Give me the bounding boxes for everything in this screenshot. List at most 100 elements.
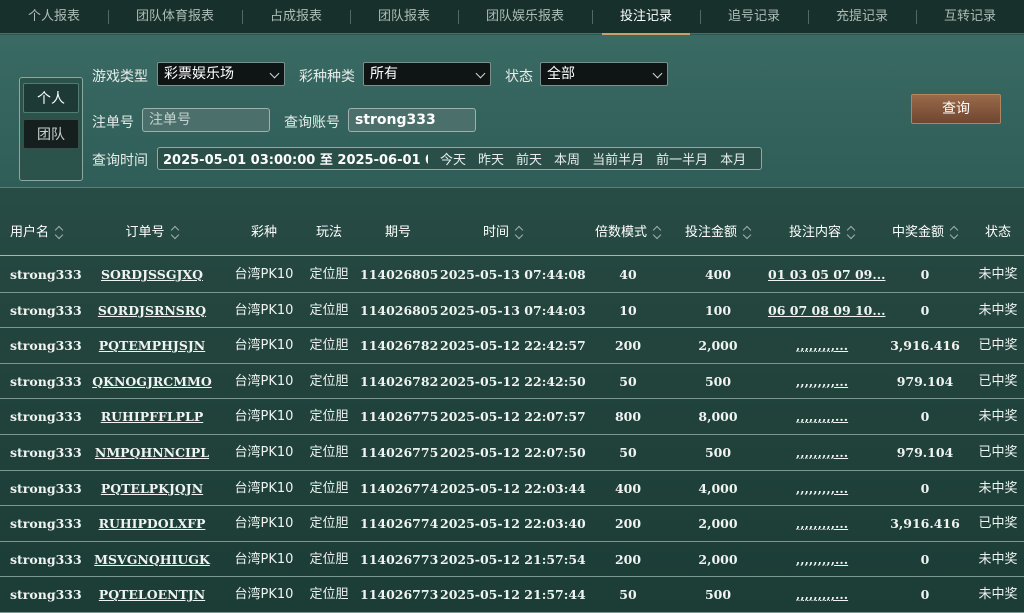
quick-time-button[interactable]: 前天 xyxy=(516,149,542,168)
win-amount-cell: 3,916.416 xyxy=(890,516,960,532)
bet-content-link[interactable]: ,,,,,,,,,... xyxy=(768,435,876,470)
status-cell: 未中奖 xyxy=(978,409,1018,425)
quick-time-button[interactable]: 本月 xyxy=(720,149,746,168)
column-header[interactable]: 投注金额 xyxy=(678,210,758,256)
game-type-label: 游戏类型 xyxy=(92,69,148,85)
column-header[interactable]: 倍数模式 xyxy=(588,210,668,256)
lottery-type-label: 彩种种类 xyxy=(299,69,355,85)
lottery-cell: 台湾PK10 xyxy=(234,409,294,425)
order-number-link[interactable]: SORDJSRNSRQ xyxy=(88,293,216,328)
table-row[interactable]: strong333 RUHIPDOLXFP 台湾PK10 定位胆 114026774 20… xyxy=(0,506,1024,542)
order-number-link[interactable]: QKNOGJRCMMO xyxy=(88,364,216,399)
column-header[interactable]: 投注内容 xyxy=(768,210,876,256)
column-header: 彩种 xyxy=(228,210,300,256)
quick-time-button[interactable]: 当前半月 xyxy=(592,149,644,168)
bet-content-link[interactable]: ,,,,,,,,,... xyxy=(768,471,876,506)
order-number-input[interactable]: 注单号 xyxy=(142,108,270,132)
table-row[interactable]: strong333 PQTELPKJQJN 台湾PK10 定位胆 114026774 20… xyxy=(0,471,1024,507)
time-cell: 2025-05-12 22:03:44 xyxy=(440,480,586,496)
username-cell: strong333 xyxy=(10,444,82,460)
order-number-link[interactable]: PQTELOENTJN xyxy=(88,577,216,612)
lottery-type-select[interactable]: 所有 xyxy=(363,62,491,86)
table-row[interactable]: strong333 PQTEMPHJSJN 台湾PK10 定位胆 114026782 20… xyxy=(0,328,1024,364)
tab-3[interactable]: 团队报表 xyxy=(350,0,458,34)
sort-icon[interactable] xyxy=(743,227,751,239)
scope-team-option[interactable]: 团队 xyxy=(23,119,79,149)
win-amount-cell: 0 xyxy=(920,302,930,318)
quick-time-button[interactable]: 本周 xyxy=(554,149,580,168)
column-header[interactable]: 中奖金额 xyxy=(880,210,970,256)
order-number-link[interactable]: PQTEMPHJSJN xyxy=(88,328,216,363)
tab-5[interactable]: 投注记录 xyxy=(592,0,700,35)
multiplier-cell: 50 xyxy=(619,373,637,389)
bet-amount-cell: 4,000 xyxy=(698,480,738,496)
column-header[interactable]: 用户名 xyxy=(10,210,88,256)
search-button[interactable]: 查询 xyxy=(911,94,1001,124)
bet-amount-cell: 500 xyxy=(704,373,732,389)
bet-content-link[interactable]: ,,,,,,,,,... xyxy=(768,364,876,399)
status-cell: 已中奖 xyxy=(978,338,1018,354)
report-tabs: 个人报表 团队体育报表 占成报表 团队报表 团队娱乐报表 投注记录 追号记录 充提记录 互转记录 xyxy=(0,0,1024,35)
time-range-field[interactable]: 2025-05-01 03:00:00 至 2025-06-01 03:00: … xyxy=(157,147,762,170)
column-header[interactable]: 订单号 xyxy=(88,210,216,256)
tab-1[interactable]: 团队体育报表 xyxy=(108,0,242,34)
play-type-cell: 定位胆 xyxy=(309,587,349,603)
multiplier-cell: 200 xyxy=(614,516,642,532)
multiplier-cell: 50 xyxy=(619,587,637,603)
lottery-cell: 台湾PK10 xyxy=(234,373,294,389)
table-row[interactable]: strong333 NMPQHNNCIPL 台湾PK10 定位胆 114026775 20… xyxy=(0,435,1024,471)
column-header-label: 期号 xyxy=(384,225,411,240)
table-row[interactable]: strong333 SORDJSSGJXQ 台湾PK10 定位胆 114026805 20… xyxy=(0,257,1024,293)
tab-2[interactable]: 占成报表 xyxy=(242,0,350,34)
sort-icon[interactable] xyxy=(847,227,855,239)
play-type-cell: 定位胆 xyxy=(309,373,349,389)
win-amount-cell: 0 xyxy=(920,409,930,425)
column-header-label: 时间 xyxy=(482,225,509,240)
order-number-link[interactable]: RUHIPDOLXFP xyxy=(88,506,216,541)
bet-content-link[interactable]: ,,,,,,,,,... xyxy=(768,542,876,577)
sort-icon[interactable] xyxy=(171,227,179,239)
tab-7[interactable]: 充提记录 xyxy=(808,0,916,34)
table-row[interactable]: strong333 QKNOGJRCMMO 台湾PK10 定位胆 114026782 20… xyxy=(0,364,1024,400)
bet-content-link[interactable]: 06 07 08 09 10... xyxy=(768,293,885,328)
order-number-link[interactable]: PQTELPKJQJN xyxy=(88,471,216,506)
table-row[interactable]: strong333 MSVGNQHIUGK 台湾PK10 定位胆 114026773 20… xyxy=(0,542,1024,578)
sort-icon[interactable] xyxy=(653,227,661,239)
quick-time-button[interactable]: 今天 xyxy=(440,149,466,168)
sort-icon[interactable] xyxy=(515,227,523,239)
game-type-value: 彩票娱乐场 xyxy=(164,66,234,82)
quick-time-button[interactable]: 昨天 xyxy=(478,149,504,168)
sort-icon[interactable] xyxy=(55,227,63,239)
scope-personal-option[interactable]: 个人 xyxy=(23,83,79,113)
order-number-link[interactable]: SORDJSSGJXQ xyxy=(88,257,216,292)
status-select[interactable]: 全部 xyxy=(540,62,668,86)
tab-0[interactable]: 个人报表 xyxy=(0,0,108,34)
game-type-select[interactable]: 彩票娱乐场 xyxy=(157,62,285,86)
bet-content-link[interactable]: ,,,,,,,,,... xyxy=(768,399,876,434)
table-row[interactable]: strong333 RUHIPFFLPLP 台湾PK10 定位胆 114026775 20… xyxy=(0,399,1024,435)
bet-content-link[interactable]: ,,,,,,,,,... xyxy=(768,577,876,612)
time-cell: 2025-05-12 22:07:57 xyxy=(440,409,586,425)
bet-amount-cell: 500 xyxy=(704,587,732,603)
order-number-link[interactable]: NMPQHNNCIPL xyxy=(88,435,216,470)
bet-content-link[interactable]: ,,,,,,,,,... xyxy=(768,506,876,541)
issue-cell: 114026773 xyxy=(360,551,439,567)
time-label: 查询时间 xyxy=(92,153,148,169)
issue-cell: 114026774 xyxy=(360,480,439,496)
sort-icon[interactable] xyxy=(950,227,958,239)
bet-content-link[interactable]: 01 03 05 07 09... xyxy=(768,257,885,292)
tab-4[interactable]: 团队娱乐报表 xyxy=(458,0,592,34)
table-row[interactable]: strong333 PQTELOENTJN 台湾PK10 定位胆 114026773 20… xyxy=(0,577,1024,613)
tab-6[interactable]: 追号记录 xyxy=(700,0,808,34)
account-input[interactable]: strong333 xyxy=(348,108,476,132)
order-number-link[interactable]: MSVGNQHIUGK xyxy=(88,542,216,577)
bet-amount-cell: 8,000 xyxy=(698,409,738,425)
tab-8[interactable]: 互转记录 xyxy=(916,0,1024,34)
quick-time-button[interactable]: 前一半月 xyxy=(656,149,708,168)
username-cell: strong333 xyxy=(10,409,82,425)
order-number-link[interactable]: RUHIPFFLPLP xyxy=(88,399,216,434)
table-row[interactable]: strong333 SORDJSRNSRQ 台湾PK10 定位胆 114026805 20… xyxy=(0,293,1024,329)
column-header[interactable]: 时间 xyxy=(440,210,566,256)
time-range-value[interactable]: 2025-05-01 03:00:00 至 2025-06-01 03:00: xyxy=(158,149,428,168)
bet-content-link[interactable]: ,,,,,,,,,... xyxy=(768,328,876,363)
